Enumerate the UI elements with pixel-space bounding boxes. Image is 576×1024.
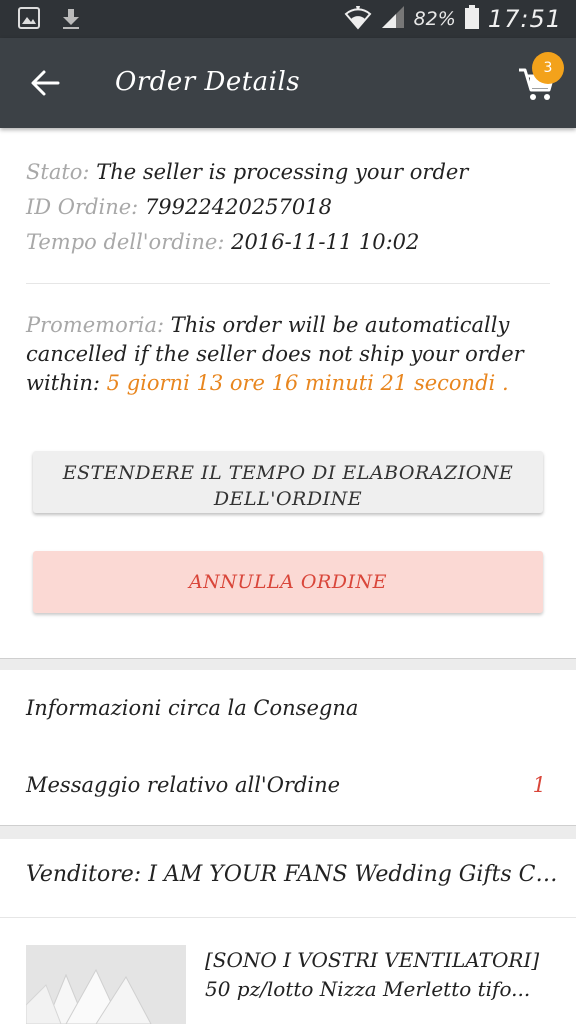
delivery-info-row[interactable]: Informazioni circa la Consegna — [26, 696, 556, 720]
order-time-line: Tempo dell'ordine: 2016-11-11 10:02 — [26, 225, 556, 260]
seller-row[interactable]: Venditore: I AM YOUR FANS Wedding Gifts … — [26, 862, 574, 887]
reminder-end: . — [501, 371, 509, 395]
product-info[interactable]: [SONO I VOSTRI VENTILATORI] 50 pz/lotto … — [205, 946, 560, 1004]
seller-label: Venditore: — [26, 862, 142, 887]
battery-icon — [464, 4, 480, 34]
order-id-label: ID Ordine: — [26, 195, 139, 219]
product-title-line2: 50 pz/lotto Nizza Merletto tifo... — [205, 977, 531, 1001]
clock: 17:51 — [487, 5, 562, 33]
status-label: Stato: — [26, 160, 90, 184]
extend-processing-time-button[interactable]: ESTENDERE IL TEMPO DI ELABORAZIONE DELL'… — [33, 451, 543, 513]
page-title: Order Details — [115, 67, 301, 97]
order-time-label: Tempo dell'ordine: — [26, 230, 225, 254]
battery-percent: 82% — [413, 8, 456, 30]
download-icon — [60, 7, 82, 35]
cancel-order-button[interactable]: ANNULLA ORDINE — [33, 551, 543, 613]
divider — [26, 283, 550, 284]
countdown: 5 giorni 13 ore 16 minuti 21 secondi — [106, 371, 496, 395]
order-info: Stato: The seller is processing your ord… — [26, 155, 556, 260]
cart-badge: 3 — [532, 52, 564, 84]
status-value: The seller is processing your order — [96, 160, 469, 184]
status-line: Stato: The seller is processing your ord… — [26, 155, 556, 190]
order-message-count: 1 — [532, 773, 546, 797]
order-id-line: ID Ordine: 79922420257018 — [26, 190, 556, 225]
divider — [0, 917, 576, 918]
section-separator — [0, 825, 576, 839]
product-thumbnail[interactable] — [26, 945, 186, 1024]
status-bar: 82% 17:51 — [0, 0, 576, 38]
app-bar: Order Details 3 — [0, 38, 576, 128]
order-message-row[interactable]: Messaggio relativo all'Ordine — [26, 773, 556, 797]
section-separator — [0, 658, 576, 670]
seller-name: I AM YOUR FANS Wedding Gifts CO.,L... — [148, 862, 574, 887]
order-time-value: 2016-11-11 10:02 — [231, 230, 420, 254]
signal-icon — [380, 4, 406, 34]
reminder-text: Promemoria: This order will be automatic… — [26, 311, 556, 398]
back-arrow-icon[interactable] — [28, 66, 62, 100]
order-id-value: 79922420257018 — [144, 195, 332, 219]
product-title-line1: [SONO I VOSTRI VENTILATORI] — [205, 948, 540, 972]
wifi-icon — [344, 4, 372, 34]
extend-button-line2: DELL'ORDINE — [213, 488, 363, 510]
order-message-label: Messaggio relativo all'Ordine — [26, 773, 341, 797]
extend-button-line1: ESTENDERE IL TEMPO DI ELABORAZIONE — [62, 462, 514, 484]
reminder-label: Promemoria: — [26, 313, 165, 337]
image-icon — [18, 7, 40, 35]
delivery-info-label: Informazioni circa la Consegna — [26, 696, 359, 720]
